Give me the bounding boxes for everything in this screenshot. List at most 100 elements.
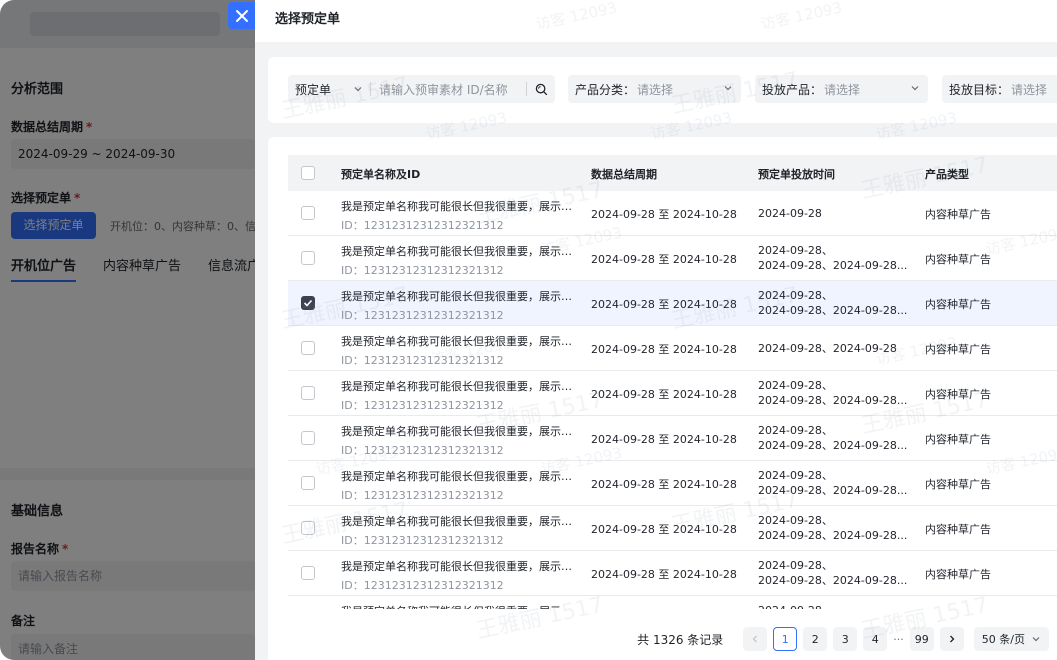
order-id: ID：1231231231231232131​2	[341, 534, 504, 547]
order-name: 我是预定单名称我可能很长但我很重要，展示不...	[341, 335, 573, 348]
order-type-select[interactable]: 预定单	[288, 75, 370, 103]
order-name-cell: 我是预定单名称我可能很长但我很重要，展示不...ID：1231231231231…	[341, 468, 573, 503]
page-3-button[interactable]: 3	[833, 627, 858, 651]
period-cell: 2024-09-28 至 2024-10-28	[591, 388, 737, 401]
product-select[interactable]: 投放产品： 请选择	[755, 75, 928, 103]
order-id: ID：1231231231231232131​2	[341, 264, 504, 277]
row-checkbox[interactable]	[301, 476, 315, 490]
page-2-button[interactable]: 2	[803, 627, 828, 651]
delivery-time-cell: 2024-09-28、2024-09-28	[758, 341, 908, 356]
delivery-time-line: 2024-09-28、	[758, 469, 833, 482]
delivery-time-line: 2024-09-28、2024-09-28...	[758, 394, 908, 407]
product-type-cell: 内容种草广告	[925, 388, 991, 401]
search-input[interactable]: 请输入预审素材 ID/名称	[371, 81, 526, 98]
prev-page-button[interactable]	[743, 627, 768, 651]
delivery-time-line: 2024-09-28、2024-09-28...	[758, 484, 908, 497]
delivery-time-line: 2024-09-28、2024-09-28...	[758, 304, 908, 317]
product-type-cell: 内容种草广告	[925, 343, 991, 356]
table-row[interactable]: 我是预定单名称我可能很长但我很重要，展示不... ID：1231231231231…	[288, 236, 1057, 281]
delivery-time-line: 2024-09-28、	[758, 289, 833, 302]
row-checkbox[interactable]	[301, 566, 315, 580]
delivery-time-line: 2024-09-28、2024-09-28...	[758, 529, 908, 542]
row-checkbox[interactable]	[301, 431, 315, 445]
order-name: 我是预定单名称我可能很长但我很重要，展示不...	[341, 380, 573, 393]
period-cell: 2024-09-28 至 2024-10-28	[591, 298, 737, 311]
delivery-time-cell: 2024-09-28、2024-09-28、2024-09-28...	[758, 513, 908, 543]
order-name-cell: 我是预定单名称我可能很长但我很重要，展示不... ID：1231231231231…	[341, 288, 573, 323]
order-id: ID：1231231231231232131​2	[341, 579, 504, 592]
order-id: ID：1231231231231232131​2	[341, 399, 504, 412]
period-cell: 2024-09-28 至 2024-10-28	[591, 253, 737, 266]
period-cell: 2024-09-28 至 2024-10-28	[591, 343, 737, 356]
table-row[interactable]: 我是预定单名称我可能很长但我很重要，展示不...ID：1231231231231…	[288, 506, 1057, 551]
close-drawer-button[interactable]	[228, 2, 255, 29]
order-name-cell: 我是预定单名称我可能很长但我很重要，展示不...ID：1231231231231…	[341, 603, 573, 609]
table-row[interactable]: 我是预定单名称我可能很长但我很重要，展示不...ID：1231231231231…	[288, 326, 1057, 371]
search-group: 预定单 请输入预审素材 ID/名称	[288, 75, 555, 103]
row-checkbox[interactable]	[301, 341, 315, 355]
order-name: 我是预定单名称我可能很长但我很重要，展示不...	[341, 560, 573, 573]
drawer-header: 选择预定单	[255, 0, 1057, 42]
check-icon	[303, 299, 313, 307]
column-header-name: 预定单名称及ID	[341, 168, 421, 181]
delivery-time-cell: 2024-09-28、2024-09-28、2024-09-28...	[758, 603, 908, 609]
page-4-button[interactable]: 4	[863, 627, 888, 651]
row-checkbox[interactable]	[301, 386, 315, 400]
order-name: 我是预定单名称我可能很长但我很重要，展示不...	[341, 245, 573, 258]
order-id: ID：1231231231231232131​2	[341, 309, 504, 322]
row-checkbox[interactable]	[301, 206, 315, 220]
order-name: 我是预定单名称我可能很长但我很重要，展示不...	[341, 425, 573, 438]
delivery-time-cell: 2024-09-28、 2024-09-28、2024-09-28...	[758, 468, 908, 498]
close-icon	[235, 9, 248, 22]
page-size-select[interactable]: 50 条/页	[973, 627, 1049, 651]
next-page-button[interactable]	[939, 627, 964, 651]
order-id: ID：1231231231231232131​2	[341, 489, 504, 502]
table-row[interactable]: 我是预定单名称我可能很长但我很重要，展示不...ID：1231231231231…	[288, 596, 1057, 609]
order-name-cell: 我是预定单名称我可能很长但我很重要，展示不... ID：1231231231231…	[341, 243, 573, 278]
select-order-drawer: 选择预定单 预定单 请输入预审素材 ID/名称 产品分类： 请选择 投放产品： …	[255, 0, 1057, 660]
chevron-down-icon	[724, 86, 732, 91]
pagination: 共 1326 条记录 1 2 3 4 ··· 99 50 条/页	[637, 627, 1049, 651]
table-row[interactable]: 我是预定单名称我可能很长但我很重要，展示不... ID：1231231231231…	[288, 551, 1057, 596]
delivery-time-cell: 2024-09-28、2024-09-28、2024-09-28...	[758, 558, 908, 588]
filter-bar: 预定单 请输入预审素材 ID/名称 产品分类：请选择 投放产品：请选择 投放	[268, 57, 1057, 123]
product-type-cell: 内容种草广告	[925, 298, 991, 311]
order-id: ID：1231231231231232131​2	[341, 444, 504, 457]
column-header-type: 产品类型	[925, 168, 969, 181]
order-name: 我是预定单名称我可能很长但我很重要，展示不...	[341, 603, 573, 609]
period-cell: 2024-09-28 至 2024-10-28	[591, 568, 737, 581]
table-row[interactable]: 我是预定单名称我可能很长但我很重要，展示不...ID：1231231231231…	[288, 191, 1057, 236]
table-row[interactable]: 我是预定单名称我可能很长但我很重要，展示不... ID：1231231231231…	[288, 281, 1057, 326]
select-all-checkbox[interactable]	[301, 166, 315, 180]
search-button[interactable]	[527, 83, 555, 96]
period-cell: 2024-09-28 至 2024-10-28	[591, 523, 737, 536]
product-type-cell: 内容种草广告	[925, 433, 991, 446]
modal-mask[interactable]	[0, 0, 255, 660]
delivery-time-cell: 2024-09-28、 2024-09-28、2024-09-28...	[758, 288, 908, 318]
product-type-cell: 内容种草广告	[925, 568, 991, 581]
order-name-cell: 我是预定单名称我可能很长但我很重要，展示不...ID：1231231231231…	[341, 333, 573, 368]
page-1-button[interactable]: 1	[773, 627, 798, 651]
table-body: 我是预定单名称我可能很长但我很重要，展示不... ID：1231231231231…	[288, 191, 1057, 609]
page-99-button[interactable]: 99	[909, 627, 934, 651]
row-checkbox[interactable]	[301, 521, 315, 535]
table-row[interactable]: 我是预定单名称我可能很长但我很重要，展示不... ID：1231231231231…	[288, 371, 1057, 416]
order-name: 我是预定单名称我可能很长但我很重要，展示不...	[341, 290, 573, 303]
delivery-time-cell: 2024-09-28	[758, 206, 908, 221]
product-type-cell: 内容种草广告	[925, 478, 991, 491]
delivery-time-line: 2024-09-28、2024-09-28...	[758, 259, 908, 272]
table-row[interactable]: 我是预定单名称我可能很长但我很重要，展示不... ID：1231231231231…	[288, 416, 1057, 461]
order-id: ID：1231231231231232131​2	[341, 219, 504, 232]
row-checkbox[interactable]	[301, 251, 315, 265]
delivery-time-line: 2024-09-28、2024-09-28...	[758, 574, 908, 587]
target-select[interactable]: 投放目标： 请选择	[942, 75, 1057, 103]
table-row[interactable]: 我是预定单名称我可能很长但我很重要，展示不...ID：1231231231231…	[288, 461, 1057, 506]
delivery-time-cell: 2024-09-28、2024-09-28、2024-09-28...	[758, 423, 908, 453]
category-select[interactable]: 产品分类： 请选择	[568, 75, 741, 103]
page-ellipsis[interactable]: ···	[893, 633, 904, 646]
delivery-time-line: 2024-09-28、	[758, 603, 908, 609]
row-checkbox[interactable]	[301, 296, 315, 310]
order-name-cell: 我是预定单名称我可能很长但我很重要，展示不... ID：1231231231231…	[341, 423, 573, 458]
period-cell: 2024-09-28 至 2024-10-28	[591, 208, 737, 221]
order-name-cell: 我是预定单名称我可能很长但我很重要，展示不... ID：1231231231231…	[341, 378, 573, 413]
